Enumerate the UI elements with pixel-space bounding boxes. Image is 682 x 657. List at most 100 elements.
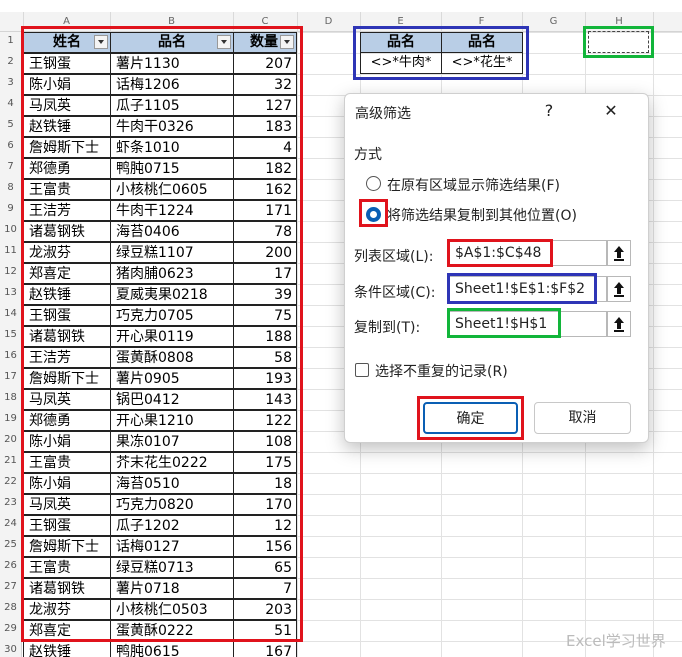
cell-product[interactable]: 蛋黄酥0222 — [110, 620, 234, 641]
copy-to-input[interactable]: Sheet1!$H$1 — [449, 311, 607, 337]
cell-name[interactable]: 赵铁锤 — [23, 641, 111, 657]
cell-name[interactable]: 郑德勇 — [23, 158, 111, 179]
row-number[interactable]: 24 — [0, 518, 21, 529]
row-number[interactable]: 23 — [0, 497, 21, 508]
radio-copy-to-location-label[interactable]: 将筛选结果复制到其他位置(O) — [387, 205, 577, 225]
list-range-picker-button[interactable] — [607, 240, 631, 266]
cell-product[interactable]: 果冻0107 — [110, 431, 234, 452]
cell-product[interactable]: 巧克力0820 — [110, 494, 234, 515]
unique-records-label[interactable]: 选择不重复的记录(R) — [375, 361, 508, 381]
cell-name[interactable]: 郑喜定 — [23, 620, 111, 641]
cell-quantity[interactable]: 170 — [233, 494, 297, 515]
cell-quantity[interactable]: 51 — [233, 620, 297, 641]
filter-dropdown-icon[interactable] — [217, 35, 231, 49]
row-number[interactable]: 30 — [0, 644, 21, 655]
column-header-e[interactable]: E — [360, 12, 441, 32]
cell-quantity[interactable]: 122 — [233, 410, 297, 431]
row-number[interactable]: 26 — [0, 560, 21, 571]
radio-in-place[interactable] — [366, 176, 381, 191]
cell-name[interactable]: 陈小娟 — [23, 74, 111, 95]
cell-name[interactable]: 詹姆斯下士 — [23, 368, 111, 389]
row-number[interactable]: 20 — [0, 434, 21, 445]
row-number[interactable]: 12 — [0, 266, 21, 277]
filter-dropdown-icon[interactable] — [280, 35, 294, 49]
cell-quantity[interactable]: 58 — [233, 347, 297, 368]
criteria-value-1[interactable]: <>*牛肉* — [360, 52, 442, 74]
cell-name[interactable]: 马凤英 — [23, 389, 111, 410]
cell-product[interactable]: 夏威夷果0218 — [110, 284, 234, 305]
cell-product[interactable]: 薯片1130 — [110, 53, 234, 74]
cell-product[interactable]: 虾条1010 — [110, 137, 234, 158]
cell-name[interactable]: 王钢蛋 — [23, 305, 111, 326]
cell-name[interactable]: 龙淑芬 — [23, 242, 111, 263]
cell-quantity[interactable]: 162 — [233, 179, 297, 200]
copy-to-picker-button[interactable] — [607, 311, 631, 337]
row-number[interactable]: 14 — [0, 308, 21, 319]
cell-quantity[interactable]: 78 — [233, 221, 297, 242]
column-header-h[interactable]: H — [585, 12, 653, 32]
row-number[interactable]: 3 — [0, 77, 21, 88]
cell-name[interactable]: 赵铁锤 — [23, 116, 111, 137]
cell-quantity[interactable]: 183 — [233, 116, 297, 137]
cell-name[interactable]: 王洁芳 — [23, 200, 111, 221]
cell-name[interactable]: 王洁芳 — [23, 347, 111, 368]
row-number[interactable]: 15 — [0, 329, 21, 340]
cell-quantity[interactable]: 108 — [233, 431, 297, 452]
cell-product[interactable]: 小核桃仁0503 — [110, 599, 234, 620]
row-number[interactable]: 27 — [0, 581, 21, 592]
close-icon[interactable]: ✕ — [599, 101, 623, 120]
criteria-value-2[interactable]: <>*花生* — [441, 52, 523, 74]
cell-name[interactable]: 陈小娟 — [23, 431, 111, 452]
cell-product[interactable]: 瓜子1105 — [110, 95, 234, 116]
cell-quantity[interactable]: 193 — [233, 368, 297, 389]
cell-product[interactable]: 鸭肫0615 — [110, 641, 234, 657]
cell-product[interactable]: 牛肉干0326 — [110, 116, 234, 137]
cell-name[interactable]: 龙淑芬 — [23, 599, 111, 620]
cell-name[interactable]: 郑德勇 — [23, 410, 111, 431]
cell-product[interactable]: 锅巴0412 — [110, 389, 234, 410]
row-number[interactable]: 22 — [0, 476, 21, 487]
cell-quantity[interactable]: 127 — [233, 95, 297, 116]
column-header-f[interactable]: F — [441, 12, 522, 32]
cell-name[interactable]: 王富贵 — [23, 557, 111, 578]
row-number[interactable]: 13 — [0, 287, 21, 298]
cell-name[interactable]: 陈小娟 — [23, 473, 111, 494]
cell-name[interactable]: 马凤英 — [23, 494, 111, 515]
cell-product[interactable]: 绿豆糕0713 — [110, 557, 234, 578]
cell-quantity[interactable]: 188 — [233, 326, 297, 347]
cell-name[interactable]: 马凤英 — [23, 95, 111, 116]
cell-product[interactable]: 鸭肫0715 — [110, 158, 234, 179]
row-number[interactable]: 5 — [0, 119, 21, 130]
row-number[interactable]: 2 — [0, 56, 21, 67]
cell-name[interactable]: 郑喜定 — [23, 263, 111, 284]
cell-quantity[interactable]: 17 — [233, 263, 297, 284]
cell-quantity[interactable]: 143 — [233, 389, 297, 410]
cell-product[interactable]: 绿豆糕1107 — [110, 242, 234, 263]
row-number[interactable]: 25 — [0, 539, 21, 550]
row-number[interactable]: 7 — [0, 161, 21, 172]
cell-name[interactable]: 王富贵 — [23, 452, 111, 473]
row-number[interactable]: 16 — [0, 350, 21, 361]
cell-quantity[interactable]: 75 — [233, 305, 297, 326]
ok-button[interactable]: 确定 — [423, 402, 518, 434]
unique-records-checkbox[interactable] — [355, 363, 369, 377]
cell-product[interactable]: 开心果0119 — [110, 326, 234, 347]
cell-quantity[interactable]: 156 — [233, 536, 297, 557]
cell-product[interactable]: 芥末花生0222 — [110, 452, 234, 473]
row-number[interactable]: 9 — [0, 203, 21, 214]
header-cell-product[interactable]: 品名 — [110, 32, 234, 53]
cell-quantity[interactable]: 39 — [233, 284, 297, 305]
row-number[interactable]: 1 — [0, 35, 21, 46]
row-number[interactable]: 17 — [0, 371, 21, 382]
row-number[interactable]: 18 — [0, 392, 21, 403]
column-header-d[interactable]: D — [297, 12, 360, 32]
cell-quantity[interactable]: 18 — [233, 473, 297, 494]
header-cell-quantity[interactable]: 数量 — [233, 32, 297, 53]
row-number[interactable]: 28 — [0, 602, 21, 613]
cell-quantity[interactable]: 200 — [233, 242, 297, 263]
cell-product[interactable]: 薯片0905 — [110, 368, 234, 389]
cell-quantity[interactable]: 65 — [233, 557, 297, 578]
list-range-input[interactable]: $A$1:$C$48 — [449, 240, 607, 266]
cell-quantity[interactable]: 7 — [233, 578, 297, 599]
cell-product[interactable]: 猪肉脯0623 — [110, 263, 234, 284]
